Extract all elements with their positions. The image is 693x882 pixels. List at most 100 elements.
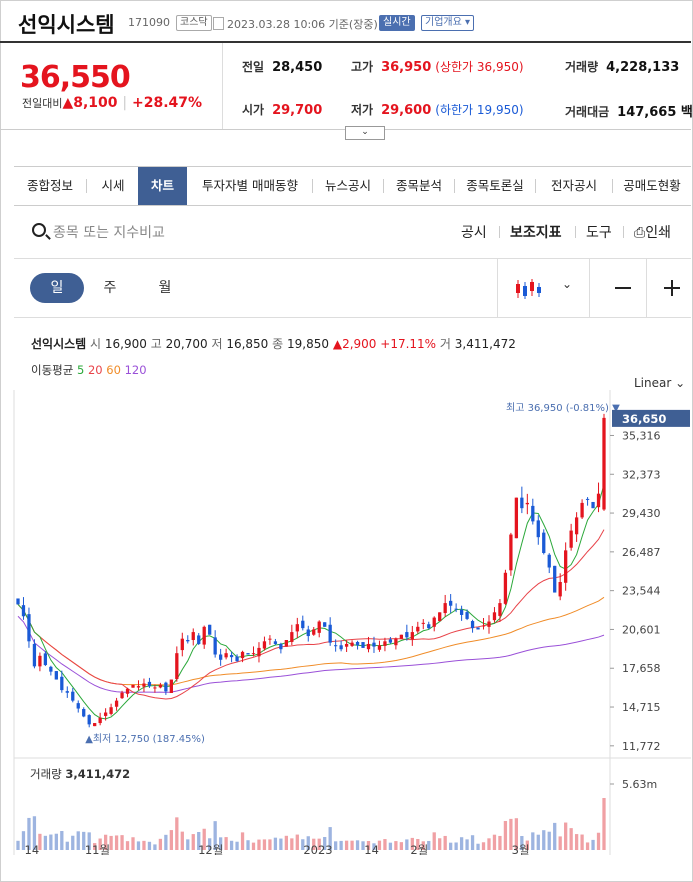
candle-body	[377, 645, 382, 650]
price-chart[interactable]: 35,316 32,373 29,430 26,487 23,544 20,601 17,6…	[0, 390, 691, 855]
candle-body	[114, 700, 119, 707]
volume-bar	[339, 840, 343, 850]
chart-toolbar: 종목 또는 지수비교 공시 보조지표 도구 ⎙인쇄	[14, 205, 691, 259]
compare-search-input[interactable]: 종목 또는 지수비교	[53, 222, 165, 242]
tab-chart[interactable]: 차트	[138, 167, 187, 205]
indicators-button[interactable]: 보조지표	[510, 222, 562, 242]
candlestick-icon[interactable]	[514, 277, 542, 301]
candle-body	[268, 638, 272, 640]
volume-bar	[268, 839, 272, 850]
candle-body	[454, 608, 458, 610]
period-month-button[interactable]: 월	[138, 273, 192, 303]
volume-bar	[49, 834, 53, 850]
candle-body	[350, 642, 354, 646]
candle-body	[213, 637, 217, 655]
candle-body	[536, 520, 540, 538]
candle-body	[175, 653, 179, 679]
chevron-down-icon[interactable]: ⌄	[562, 277, 572, 291]
candle-body	[49, 666, 53, 672]
candle-body	[103, 712, 108, 716]
price-panel: 36,550 전일대비▲8,100 | +28.47% 전일 28,450 고가 3…	[0, 43, 693, 130]
volume-bar	[459, 837, 464, 850]
volume-bar	[399, 842, 404, 850]
volume-bar	[596, 832, 601, 850]
candle-body	[125, 688, 130, 694]
tab-quotes[interactable]: 시세	[87, 167, 139, 205]
candle-body	[531, 505, 535, 522]
info-name: 선익시스템	[31, 337, 87, 351]
volume-bar	[487, 838, 491, 850]
candle-body	[410, 632, 414, 640]
info-high: 20,700	[165, 337, 208, 351]
volume-bar	[125, 841, 130, 850]
candle-body	[574, 517, 579, 535]
ma-120-line	[17, 615, 605, 693]
volume-bar	[136, 841, 141, 850]
tab-discussion[interactable]: 종목토론실	[455, 167, 535, 205]
tab-disclosure[interactable]: 전자공시	[536, 167, 612, 205]
candle-body	[43, 653, 48, 666]
candle-body	[328, 624, 332, 643]
search-icon[interactable]	[32, 223, 46, 237]
candle-body	[27, 614, 31, 642]
stock-name: 선익시스템	[18, 13, 115, 37]
y-tick-label: 11,772	[622, 740, 661, 753]
candle-body	[602, 417, 606, 510]
volume-bar	[454, 842, 458, 850]
volume-bar	[432, 832, 436, 850]
low-price: 저가 29,600 (하한가 19,950)	[351, 103, 524, 118]
candle-body	[492, 612, 497, 621]
tab-short-selling[interactable]: 공매도현황	[613, 167, 691, 205]
period-week-button[interactable]: 주	[83, 273, 137, 303]
candle-body	[503, 572, 508, 604]
candle-body	[169, 679, 173, 693]
moving-average-legend[interactable]: 이동평균 5 20 60 120	[31, 362, 147, 378]
disclosure-button[interactable]: 공시	[461, 222, 487, 242]
current-price: 36,550	[20, 60, 131, 95]
period-day-button[interactable]: 일	[30, 273, 84, 303]
print-button[interactable]: ⎙인쇄	[634, 222, 671, 242]
zoom-out-icon[interactable]	[615, 287, 631, 289]
volume-bar	[295, 834, 299, 850]
volume-bar	[564, 822, 568, 850]
candle-body	[547, 554, 551, 568]
volume-bar	[355, 840, 360, 850]
candle-body	[553, 565, 557, 593]
expand-button[interactable]: ⌄	[345, 126, 385, 140]
x-tick-label: 12월	[198, 843, 223, 855]
candle-body	[186, 639, 190, 642]
stock-code: 171090	[128, 16, 170, 29]
tab-news[interactable]: 뉴스공시	[313, 167, 383, 205]
chevron-down-icon: ▾	[465, 17, 471, 28]
volume-bar	[350, 840, 354, 850]
tab-analysis[interactable]: 종목분석	[384, 167, 454, 205]
candle-body	[596, 493, 601, 508]
tab-investor[interactable]: 투자자별 매매동향	[188, 167, 312, 205]
volume-bar	[120, 835, 124, 850]
volume-bar	[186, 839, 190, 850]
company-overview-button[interactable]: 기업개요 ▾	[421, 15, 475, 31]
volume-bar	[542, 830, 546, 850]
candle-body	[558, 582, 562, 597]
candle-body	[449, 600, 453, 606]
candle-body	[93, 723, 97, 727]
ma-120: 120	[124, 363, 147, 377]
scale-selector[interactable]: Linear ⌄	[634, 376, 685, 390]
candle-body	[427, 624, 431, 629]
candle-body	[208, 624, 212, 635]
volume-bar	[547, 831, 551, 850]
live-badge[interactable]: 실시간	[379, 15, 415, 31]
info-change: ▲2,900	[332, 337, 377, 351]
volume-bar	[569, 828, 573, 850]
volume-bar	[492, 834, 497, 850]
x-tick-label: 2월	[410, 843, 428, 855]
candle-body	[344, 643, 349, 647]
volume-bar	[470, 835, 475, 850]
candle-body	[240, 651, 245, 659]
volume-bar	[394, 841, 398, 850]
candle-body	[399, 634, 404, 639]
y-tick-label: 29,430	[622, 507, 661, 520]
candle-body	[323, 622, 327, 627]
tools-button[interactable]: 도구	[586, 222, 612, 242]
tab-overview[interactable]: 종합정보	[14, 167, 86, 205]
